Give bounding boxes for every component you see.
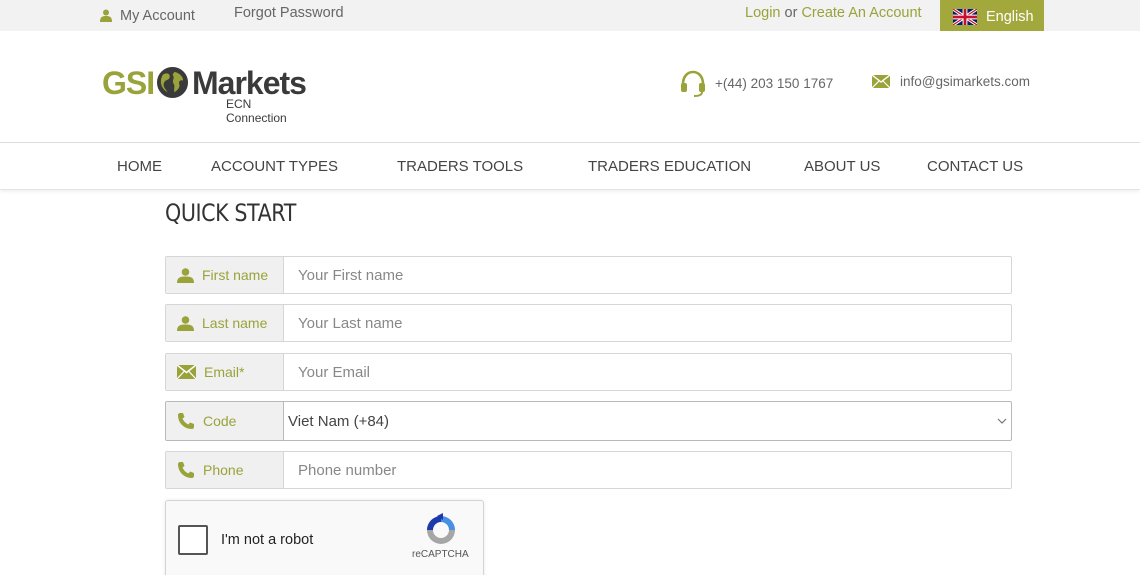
- page-title: QUICK START: [165, 199, 296, 227]
- last-name-field-wrap: [284, 305, 1011, 341]
- recaptcha-widget: I'm not a robot reCAPTCHA: [165, 500, 484, 575]
- first-name-row: First name: [165, 256, 1012, 294]
- phone-number-text: +(44) 203 150 1767: [715, 75, 834, 91]
- first-name-input[interactable]: [298, 257, 1011, 293]
- last-name-label: Last name: [202, 315, 268, 331]
- user-icon: [177, 315, 194, 331]
- login-link[interactable]: Login: [745, 5, 780, 21]
- top-bar: My Account Forgot Password Login or Crea…: [0, 0, 1140, 33]
- main-nav: HOME ACCOUNT TYPES TRADERS TOOLS TRADERS…: [0, 143, 1140, 190]
- header-email[interactable]: info@gsimarkets.com: [872, 74, 1030, 89]
- logo-gsi-text: GSI: [102, 65, 155, 101]
- nav-item-home[interactable]: HOME: [117, 143, 162, 190]
- login-area: Login or Create An Account: [745, 0, 922, 31]
- email-label-box: Email*: [166, 354, 284, 390]
- envelope-icon: [177, 365, 196, 379]
- header-phone[interactable]: +(44) 203 150 1767: [680, 69, 833, 97]
- phone-label: Phone: [203, 462, 244, 478]
- envelope-icon: [872, 75, 890, 88]
- email-label: Email*: [204, 364, 245, 380]
- nav-item-account-types[interactable]: ACCOUNT TYPES: [211, 143, 338, 190]
- chevron-down-icon: [997, 418, 1007, 424]
- code-label-box: Code: [166, 402, 284, 440]
- logo-tagline: ECN Connection: [226, 97, 287, 125]
- first-name-label-box: First name: [166, 257, 284, 293]
- nav-item-contact-us[interactable]: CONTACT US: [927, 143, 1023, 190]
- create-account-link[interactable]: Create An Account: [801, 5, 921, 21]
- recaptcha-logo-icon: [427, 513, 455, 544]
- language-selector[interactable]: English: [940, 0, 1044, 33]
- my-account-label: My Account: [120, 7, 195, 24]
- country-code-value: Viet Nam (+84): [288, 412, 390, 430]
- user-icon: [100, 9, 112, 22]
- phone-label-box: Phone: [166, 452, 284, 488]
- email-row: Email*: [165, 353, 1012, 391]
- uk-flag-icon: [953, 8, 977, 25]
- phone-icon: [178, 413, 194, 429]
- gsi-markets-logo[interactable]: GSI Markets ECN Connection: [102, 65, 314, 125]
- email-field-wrap: [284, 354, 1011, 390]
- first-name-field-wrap: [284, 257, 1011, 293]
- phone-input[interactable]: [298, 452, 1011, 488]
- phone-row: Phone: [165, 451, 1012, 489]
- globe-icon: [156, 66, 189, 99]
- headset-icon: [681, 70, 705, 97]
- code-label: Code: [203, 413, 237, 429]
- first-name-label: First name: [202, 267, 269, 283]
- or-text: or: [784, 5, 798, 21]
- recaptcha-text: I'm not a robot: [221, 532, 314, 548]
- nav-item-about-us[interactable]: ABOUT US: [804, 143, 880, 190]
- logo-markets-text: Markets: [192, 65, 307, 101]
- phone-field-wrap: [284, 452, 1011, 488]
- country-code-select[interactable]: Viet Nam (+84): [284, 402, 1011, 440]
- my-account-link[interactable]: My Account: [100, 0, 195, 31]
- phone-icon: [178, 462, 194, 478]
- last-name-input[interactable]: [298, 305, 1011, 341]
- last-name-row: Last name: [165, 304, 1012, 342]
- nav-item-traders-tools[interactable]: TRADERS TOOLS: [397, 143, 523, 190]
- recaptcha-brand: reCAPTCHA: [412, 549, 469, 560]
- language-label: English: [986, 8, 1034, 25]
- email-address-text: info@gsimarkets.com: [900, 74, 1030, 89]
- email-input[interactable]: [298, 354, 1011, 390]
- user-icon: [177, 267, 194, 283]
- forgot-password-link[interactable]: Forgot Password: [234, 0, 344, 31]
- recaptcha-checkbox[interactable]: [178, 525, 208, 555]
- last-name-label-box: Last name: [166, 305, 284, 341]
- nav-item-traders-education[interactable]: TRADERS EDUCATION: [588, 143, 751, 190]
- code-row: Code Viet Nam (+84): [165, 401, 1012, 441]
- site-header: GSI Markets ECN Connection +(44) 203 150…: [0, 31, 1140, 143]
